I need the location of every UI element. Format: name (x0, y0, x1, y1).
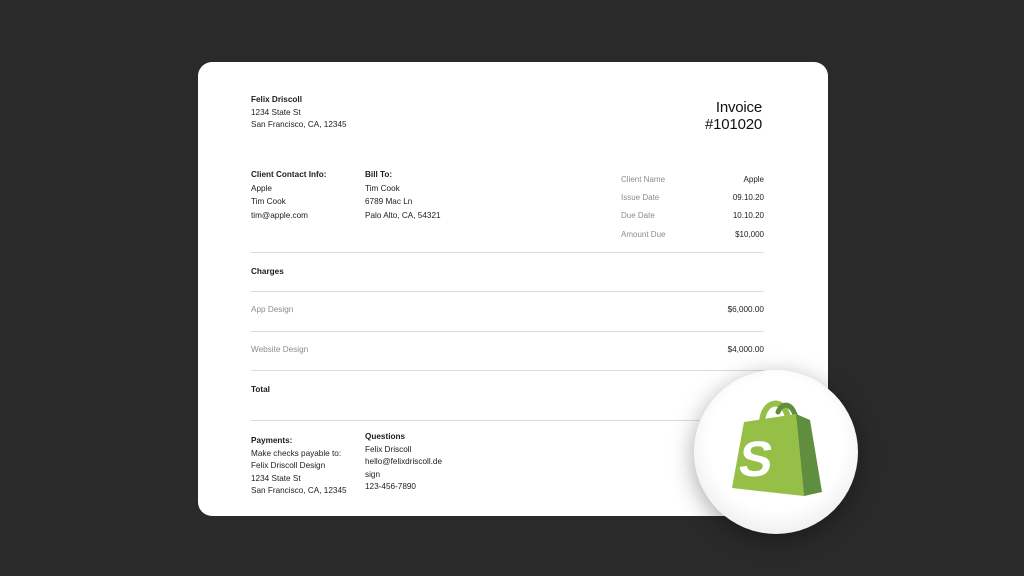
client-person: Tim Cook (251, 197, 286, 207)
invoice-heading: Invoice #101020 (705, 99, 762, 133)
bill-to-block: Bill To: Tim Cook 6789 Mac Ln Palo Alto,… (365, 168, 441, 223)
client-email[interactable]: tim@apple.com (251, 209, 327, 223)
sender-name: Felix Driscoll (251, 95, 302, 104)
client-contact-heading: Client Contact Info: (251, 170, 327, 179)
summary-label: Issue Date (621, 193, 660, 202)
summary-value: $10,000 (735, 230, 764, 239)
sender-street: 1234 State St (251, 107, 301, 117)
summary-row-amount-due: Amount Due $10,000 (621, 230, 764, 242)
divider (251, 370, 764, 371)
invoice-label: Invoice (715, 99, 762, 116)
summary-row-due-date: Due Date 10.10.20 (621, 211, 764, 223)
charge-label: Website Design (251, 345, 309, 354)
summary-value: 09.10.20 (732, 193, 764, 202)
client-contact-block: Client Contact Info: Apple Tim Cook tim@… (251, 168, 327, 223)
bill-to-heading: Bill To: (365, 170, 393, 179)
divider (251, 252, 764, 253)
summary-value: Apple (743, 175, 764, 184)
payments-line: Felix Driscoll Design (251, 461, 326, 470)
charge-label: App Design (251, 305, 294, 314)
bill-to-street: 6789 Mac Ln (365, 197, 413, 207)
questions-email[interactable]: hello@felixdriscoll.de (365, 456, 442, 469)
summary-label: Due Date (621, 211, 655, 220)
charge-amount: $4,000.00 (727, 345, 764, 354)
summary-value: 10.10.20 (732, 211, 764, 220)
summary-label: Client Name (621, 175, 666, 184)
questions-phone: 123-456-7890 (365, 482, 416, 491)
payments-block: Payments: Make checks payable to: Felix … (251, 435, 347, 498)
charges-heading: Charges (251, 267, 284, 276)
questions-heading: Questions (365, 432, 406, 441)
shopify-bag-icon: S (732, 400, 822, 496)
shopify-logo-badge: S (694, 370, 858, 534)
payments-line: San Francisco, CA, 12345 (251, 486, 347, 495)
sender-block: Felix Driscoll 1234 State St San Francis… (251, 94, 347, 132)
questions-block: Questions Felix Driscoll hello@felixdris… (365, 431, 442, 494)
questions-line: Felix Driscoll (365, 444, 412, 454)
total-label: Total (251, 385, 270, 394)
payments-heading: Payments: (251, 436, 293, 445)
payments-line: 1234 State St (251, 473, 301, 483)
payments-line: Make checks payable to: (251, 448, 342, 458)
summary-label: Amount Due (621, 230, 666, 239)
invoice-number: #101020 (705, 116, 762, 133)
bill-to-name: Tim Cook (365, 183, 400, 193)
summary-row-issue-date: Issue Date 09.10.20 (621, 193, 764, 205)
charge-amount: $6,000.00 (727, 305, 764, 314)
divider (251, 331, 764, 332)
divider (251, 420, 764, 421)
divider (251, 291, 764, 292)
summary-row-client-name: Client Name Apple (621, 175, 764, 187)
client-company: Apple (251, 183, 272, 193)
questions-line: sign (365, 469, 381, 479)
sender-city: San Francisco, CA, 12345 (251, 120, 347, 129)
bill-to-city: Palo Alto, CA, 54321 (365, 211, 441, 221)
